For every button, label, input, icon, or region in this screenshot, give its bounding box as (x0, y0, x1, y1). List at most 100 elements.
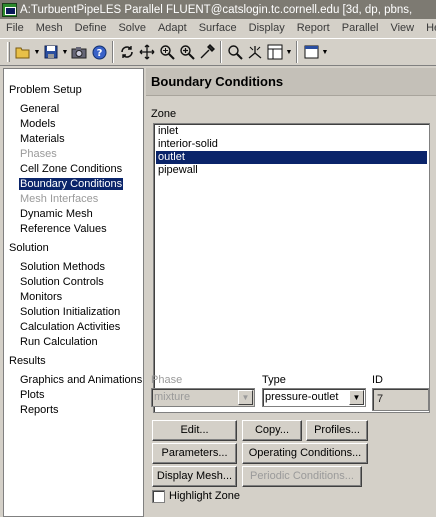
tree-item-label: Boundary Conditions (19, 178, 124, 190)
zone-label: Zone (151, 108, 177, 120)
zoom-in-icon[interactable] (177, 42, 197, 62)
toolbar-separator (296, 41, 298, 63)
layout-dropdown-arrow[interactable]: ▼ (285, 49, 293, 56)
menu-surface[interactable]: Surface (193, 22, 243, 34)
tree-item-label: Materials (20, 133, 65, 145)
fluent-app-icon (2, 2, 17, 17)
tree-item-label: Solution Controls (20, 276, 104, 288)
tree-item-label: Calculation Activities (20, 321, 121, 333)
parameters-button[interactable]: Parameters... (152, 443, 237, 464)
toolbar-separator (220, 41, 222, 63)
window-dropdown-arrow[interactable]: ▼ (321, 49, 329, 56)
tree-item-label: Cell Zone Conditions (20, 163, 123, 175)
tree-item-label: Dynamic Mesh (20, 208, 93, 220)
profiles-button[interactable]: Profiles... (306, 420, 368, 441)
tree-item-general[interactable]: General (4, 102, 143, 117)
menu-report[interactable]: Report (291, 22, 336, 34)
operating-conditions-button[interactable]: Operating Conditions... (242, 443, 368, 464)
axes-icon[interactable] (245, 42, 265, 62)
toolbar-grip[interactable] (7, 42, 10, 62)
menu-parallel[interactable]: Parallel (336, 22, 385, 34)
boundary-conditions-panel: Boundary Conditions Zone inlet interior-… (146, 68, 436, 517)
type-dropdown[interactable]: pressure-outlet ▼ (262, 388, 366, 407)
menu-mesh[interactable]: Mesh (30, 22, 69, 34)
phase-dropdown: mixture ▼ (151, 388, 255, 407)
tree-item-label: Reference Values (20, 223, 107, 235)
zone-item-outlet[interactable]: outlet (156, 151, 427, 164)
tree-item-graphics-and-animations[interactable]: Graphics and Animations (4, 373, 143, 388)
tree-item-models[interactable]: Models (4, 117, 143, 132)
tree-item-label: Monitors (20, 291, 63, 303)
tree-section-solution[interactable]: Solution (4, 241, 143, 256)
tree-item-label: Plots (20, 389, 45, 401)
tree-section-results[interactable]: Results (4, 354, 143, 369)
highlight-zone-label: Highlight Zone (169, 490, 240, 502)
tree-item-cell-zone-conditions[interactable]: Cell Zone Conditions (4, 162, 143, 177)
tree-item-reports[interactable]: Reports (4, 403, 143, 418)
tree-item-solution-controls[interactable]: Solution Controls (4, 275, 143, 290)
zone-list[interactable]: inlet interior-solid outlet pipewall (153, 123, 430, 413)
tree-item-dynamic-mesh[interactable]: Dynamic Mesh (4, 207, 143, 222)
probe-icon[interactable] (197, 42, 217, 62)
window-titlebar: A:TurbuentPipeLES Parallel FLUENT@catslo… (0, 0, 436, 19)
display-mesh-button[interactable]: Display Mesh... (152, 466, 237, 487)
open-folder-icon[interactable] (13, 42, 33, 62)
tree-item-label: Solution Methods (20, 261, 105, 273)
tree-item-monitors[interactable]: Monitors (4, 290, 143, 305)
menu-adapt[interactable]: Adapt (152, 22, 193, 34)
tree-item-label: Run Calculation (20, 336, 98, 348)
id-label: ID (372, 374, 383, 386)
menu-solve[interactable]: Solve (112, 22, 152, 34)
window-title: A:TurbuentPipeLES Parallel FLUENT@catslo… (20, 3, 413, 16)
edit-button[interactable]: Edit... (152, 420, 237, 441)
type-label: Type (262, 374, 286, 386)
menu-view[interactable]: View (384, 22, 420, 34)
zone-item-pipewall[interactable]: pipewall (156, 164, 427, 177)
zoom-icon[interactable] (157, 42, 177, 62)
pan-icon[interactable] (137, 42, 157, 62)
toolbar-separator (112, 41, 114, 63)
menu-file[interactable]: File (0, 22, 30, 34)
layout-icon[interactable] (265, 42, 285, 62)
menu-display[interactable]: Display (243, 22, 291, 34)
open-dropdown-arrow[interactable]: ▼ (33, 49, 41, 56)
tree-section-problem-setup[interactable]: Problem Setup (4, 83, 143, 98)
help-icon[interactable]: ? (89, 42, 109, 62)
tree-item-plots[interactable]: Plots (4, 388, 143, 403)
tree-item-label: Reports (20, 404, 59, 416)
save-icon[interactable] (41, 42, 61, 62)
tree-item-run-calculation[interactable]: Run Calculation (4, 335, 143, 350)
tree-item-label: Mesh Interfaces (20, 193, 99, 205)
phase-value: mixture (154, 391, 191, 403)
panel-title: Boundary Conditions (146, 68, 436, 96)
save-dropdown-arrow[interactable]: ▼ (61, 49, 69, 56)
chevron-down-icon: ▼ (238, 390, 253, 405)
menu-help[interactable]: Help (420, 22, 436, 34)
menu-define[interactable]: Define (69, 22, 113, 34)
toolbar: ▼ ▼ ? ▼ ▼ (0, 38, 436, 66)
tree-item-calculation-activities[interactable]: Calculation Activities (4, 320, 143, 335)
tree-item-reference-values[interactable]: Reference Values (4, 222, 143, 237)
tree-item-boundary-conditions[interactable]: Boundary Conditions (4, 177, 143, 192)
tree-item-solution-initialization[interactable]: Solution Initialization (4, 305, 143, 320)
tree-item-phases: Phases (4, 147, 143, 162)
zone-item-interior-solid[interactable]: interior-solid (156, 138, 427, 151)
zoom-to-fit-icon[interactable] (225, 42, 245, 62)
menu-bar: File Mesh Define Solve Adapt Surface Dis… (0, 19, 436, 37)
camera-icon[interactable] (69, 42, 89, 62)
window-icon[interactable] (301, 42, 321, 62)
rotate-icon[interactable] (117, 42, 137, 62)
id-field: 7 (372, 388, 429, 411)
tree-item-label: Phases (20, 148, 57, 160)
zone-item-inlet[interactable]: inlet (156, 125, 427, 138)
tree-item-label: Graphics and Animations (20, 374, 143, 386)
highlight-zone-checkbox[interactable] (152, 490, 165, 503)
tree-item-materials[interactable]: Materials (4, 132, 143, 147)
tree-item-label: Solution Initialization (20, 306, 121, 318)
type-value: pressure-outlet (265, 391, 339, 403)
chevron-down-icon[interactable]: ▼ (349, 390, 364, 405)
periodic-conditions-button: Periodic Conditions... (242, 466, 362, 487)
tree-item-label: Models (20, 118, 56, 130)
copy-button[interactable]: Copy... (242, 420, 302, 441)
tree-item-solution-methods[interactable]: Solution Methods (4, 260, 143, 275)
